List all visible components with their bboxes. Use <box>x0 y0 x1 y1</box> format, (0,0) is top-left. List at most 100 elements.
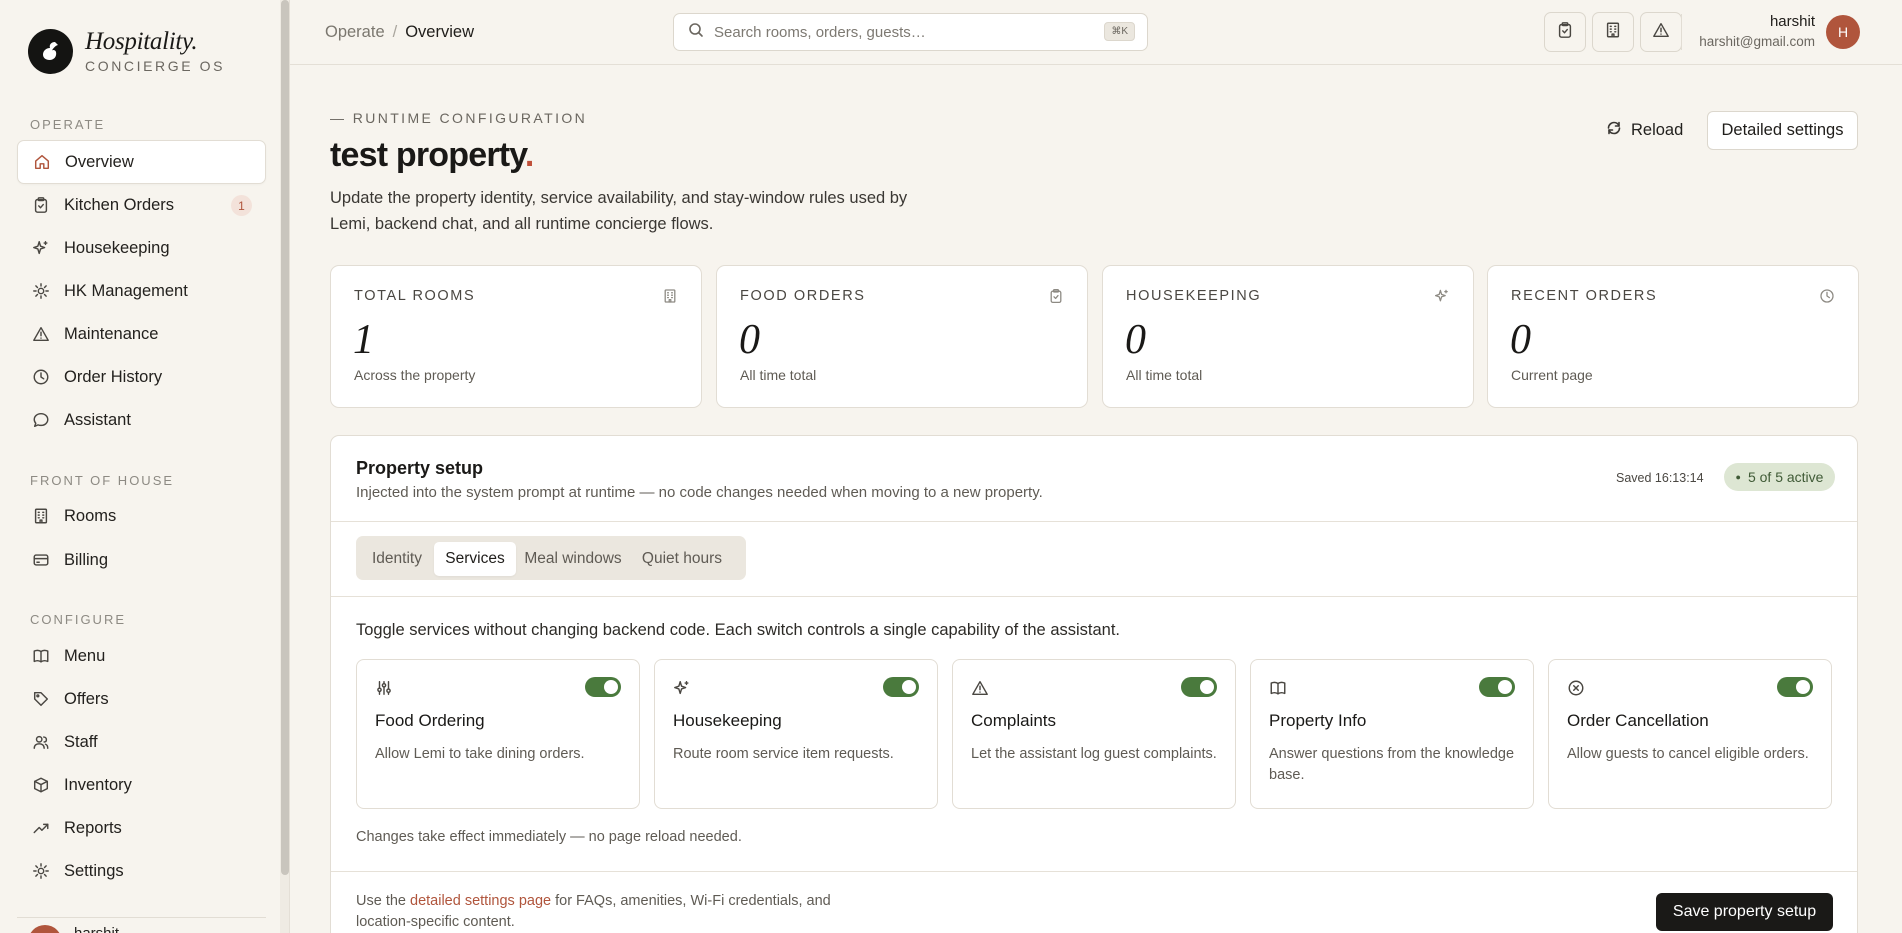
maintenance-button[interactable] <box>1640 12 1682 52</box>
stat-value: 0 <box>1510 317 1531 363</box>
sidebar: Hospitality. CONCIERGE OS OPERATE Overvi… <box>0 0 280 933</box>
content-divider <box>289 0 290 933</box>
service-title: Food Ordering <box>375 711 485 730</box>
services-intro: Toggle services without changing backend… <box>356 621 1121 639</box>
stat-value: 1 <box>353 317 374 363</box>
sidebar-item-inventory[interactable]: Inventory <box>17 763 266 807</box>
user-email: harshit@gmail.com <box>1699 34 1815 49</box>
sidebar-item-hk-management[interactable]: HK Management <box>17 269 266 313</box>
service-card-food-ordering: Food Ordering Allow Lemi to take dining … <box>356 659 640 809</box>
refresh-icon <box>1606 120 1631 141</box>
sliders-icon <box>377 680 391 696</box>
service-title: Property Info <box>1269 711 1367 730</box>
setup-tabs: Identity Services Meal windows Quiet hou… <box>356 536 746 580</box>
sidebar-item-order-history[interactable]: Order History <box>17 355 266 399</box>
housekeeping-toggle[interactable] <box>883 677 919 697</box>
card-icon <box>31 550 51 570</box>
stat-label: TOTAL ROOMS <box>354 288 476 304</box>
brand[interactable]: Hospitality. CONCIERGE OS <box>28 28 225 74</box>
service-description: Let the assistant log guest complaints. <box>971 746 1217 762</box>
brand-subtitle: CONCIERGE OS <box>85 58 226 74</box>
sidebar-scrollbar-thumb[interactable] <box>281 0 289 875</box>
gear-icon <box>31 281 51 301</box>
stat-card-housekeeping: HOUSEKEEPING 0 All time total <box>1102 265 1474 408</box>
stat-value: 0 <box>1125 317 1146 363</box>
detailed-settings-link[interactable]: detailed settings page <box>410 893 551 909</box>
sidebar-item-label: Overview <box>65 152 134 171</box>
complaints-toggle[interactable] <box>1181 677 1217 697</box>
service-title: Housekeeping <box>673 711 782 730</box>
search-input[interactable] <box>714 23 1094 41</box>
page-title-text: test property <box>330 136 526 174</box>
kitchen-orders-badge: 1 <box>231 195 252 216</box>
search-shortcut: ⌘K <box>1104 22 1135 41</box>
sidebar-item-label: Assistant <box>64 410 131 429</box>
brand-logo-icon <box>28 28 73 74</box>
panel-title: Property setup <box>356 458 484 478</box>
changes-note: Changes take effect immediately — no pag… <box>356 829 742 845</box>
stat-card-food-orders: FOOD ORDERS 0 All time total <box>716 265 1088 408</box>
breadcrumb-parent[interactable]: Operate <box>325 23 385 41</box>
sidebar-item-label: Rooms <box>64 506 117 525</box>
food-ordering-toggle[interactable] <box>585 677 621 697</box>
tag-icon <box>31 689 51 709</box>
sidebar-item-staff[interactable]: Staff <box>17 720 266 764</box>
kitchen-orders-button[interactable] <box>1544 12 1586 52</box>
sidebar-item-kitchen-orders[interactable]: Kitchen Orders 1 <box>17 183 266 227</box>
cancel-circle-icon <box>1568 680 1584 696</box>
save-property-setup-button[interactable]: Save property setup <box>1656 893 1833 931</box>
service-description: Route room service item requests. <box>673 746 894 762</box>
reload-button[interactable]: Reload <box>1596 111 1693 149</box>
brand-name: Hospitality. <box>85 28 198 55</box>
sidebar-item-label: Billing <box>64 550 109 569</box>
sidebar-item-label: Staff <box>64 732 98 751</box>
clipboard-icon <box>1050 288 1062 304</box>
service-card-order-cancellation: Order Cancellation Allow guests to cance… <box>1548 659 1832 809</box>
sidebar-item-label: Inventory <box>64 775 132 794</box>
service-card-property-info: Property Info Answer questions from the … <box>1250 659 1534 809</box>
building-icon <box>1604 21 1622 44</box>
tab-meal-windows[interactable]: Meal windows <box>518 542 628 576</box>
panel-divider <box>331 596 1857 597</box>
sidebar-item-rooms[interactable]: Rooms <box>17 494 266 538</box>
stat-label: HOUSEKEEPING <box>1126 288 1262 304</box>
sidebar-avatar[interactable] <box>28 925 62 933</box>
sidebar-item-billing[interactable]: Billing <box>17 538 266 582</box>
tab-identity[interactable]: Identity <box>362 542 432 576</box>
breadcrumb-current: Overview <box>405 23 474 41</box>
building-icon <box>31 506 51 526</box>
tab-quiet-hours[interactable]: Quiet hours <box>630 542 734 576</box>
sidebar-item-overview[interactable]: Overview <box>17 140 266 184</box>
order-cancellation-toggle[interactable] <box>1777 677 1813 697</box>
user-name[interactable]: harshit <box>1770 13 1815 30</box>
search-icon <box>688 22 704 43</box>
page-title: test property. <box>330 136 534 175</box>
topbar-divider <box>1681 14 1682 50</box>
page-eyebrow: — RUNTIME CONFIGURATION <box>330 110 588 126</box>
panel-description: Injected into the system prompt at runti… <box>356 484 1043 501</box>
sidebar-item-label: Offers <box>64 689 109 708</box>
clock-icon <box>1820 289 1834 303</box>
detailed-settings-button[interactable]: Detailed settings <box>1707 111 1858 150</box>
stat-card-total-rooms: TOTAL ROOMS 1 Across the property <box>330 265 702 408</box>
sidebar-item-settings[interactable]: Settings <box>17 849 266 893</box>
sidebar-item-maintenance[interactable]: Maintenance <box>17 312 266 356</box>
sidebar-item-label: Reports <box>64 818 122 837</box>
property-info-toggle[interactable] <box>1479 677 1515 697</box>
rooms-button[interactable] <box>1592 12 1634 52</box>
stat-label: FOOD ORDERS <box>740 288 866 304</box>
sidebar-item-label: Settings <box>64 861 124 880</box>
sidebar-item-assistant[interactable]: Assistant <box>17 398 266 442</box>
users-icon <box>31 732 51 752</box>
clipboard-icon <box>1556 21 1574 44</box>
sidebar-item-housekeeping[interactable]: Housekeeping <box>17 226 266 270</box>
search-box[interactable]: ⌘K <box>673 13 1148 51</box>
tab-services[interactable]: Services <box>434 542 516 576</box>
stat-card-recent-orders: RECENT ORDERS 0 Current page <box>1487 265 1859 408</box>
sidebar-item-reports[interactable]: Reports <box>17 806 266 850</box>
sidebar-item-menu[interactable]: Menu <box>17 634 266 678</box>
book-icon <box>1270 681 1286 695</box>
sidebar-item-offers[interactable]: Offers <box>17 677 266 721</box>
user-avatar[interactable]: H <box>1826 15 1860 49</box>
service-description: Allow Lemi to take dining orders. <box>375 746 585 762</box>
